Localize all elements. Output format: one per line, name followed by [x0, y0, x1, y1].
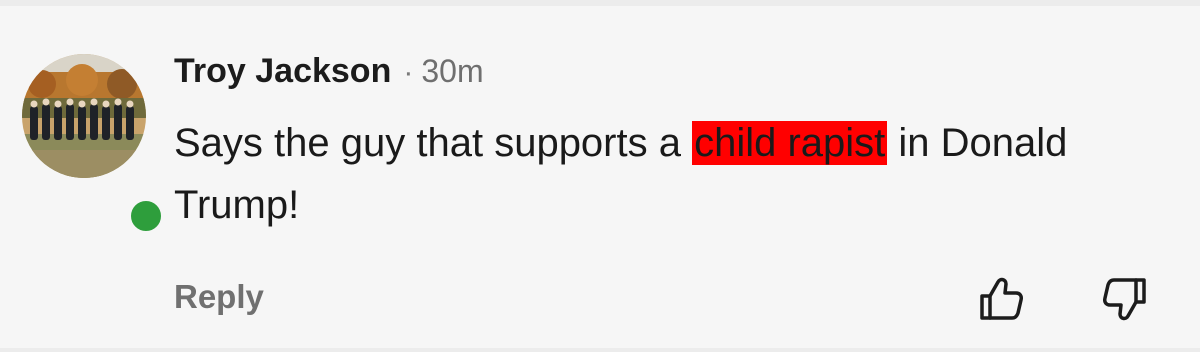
downvote-button[interactable] [1100, 274, 1150, 324]
bottom-divider [0, 348, 1200, 352]
comment-body: Says the guy that supports a child rapis… [174, 112, 1134, 236]
upvote-button[interactable] [976, 274, 1026, 324]
separator-dot: · [403, 56, 414, 89]
reply-button[interactable]: Reply [174, 278, 264, 316]
thumbs-down-icon [1103, 278, 1146, 321]
online-status-dot [126, 196, 166, 236]
comment-timestamp: 30m [421, 53, 484, 89]
comment-header: Troy Jackson · 30m [174, 52, 484, 102]
author-name[interactable]: Troy Jackson [174, 52, 391, 91]
avatar[interactable] [22, 54, 146, 178]
avatar-container[interactable] [22, 54, 166, 236]
thumbs-up-icon [980, 277, 1023, 320]
comment-text-before: Says the guy that supports a [174, 121, 693, 165]
highlighted-text: child rapist [692, 121, 888, 165]
comment: Troy Jackson · 30m Says the guy that sup… [0, 0, 1200, 352]
avatar-photo [22, 54, 146, 178]
